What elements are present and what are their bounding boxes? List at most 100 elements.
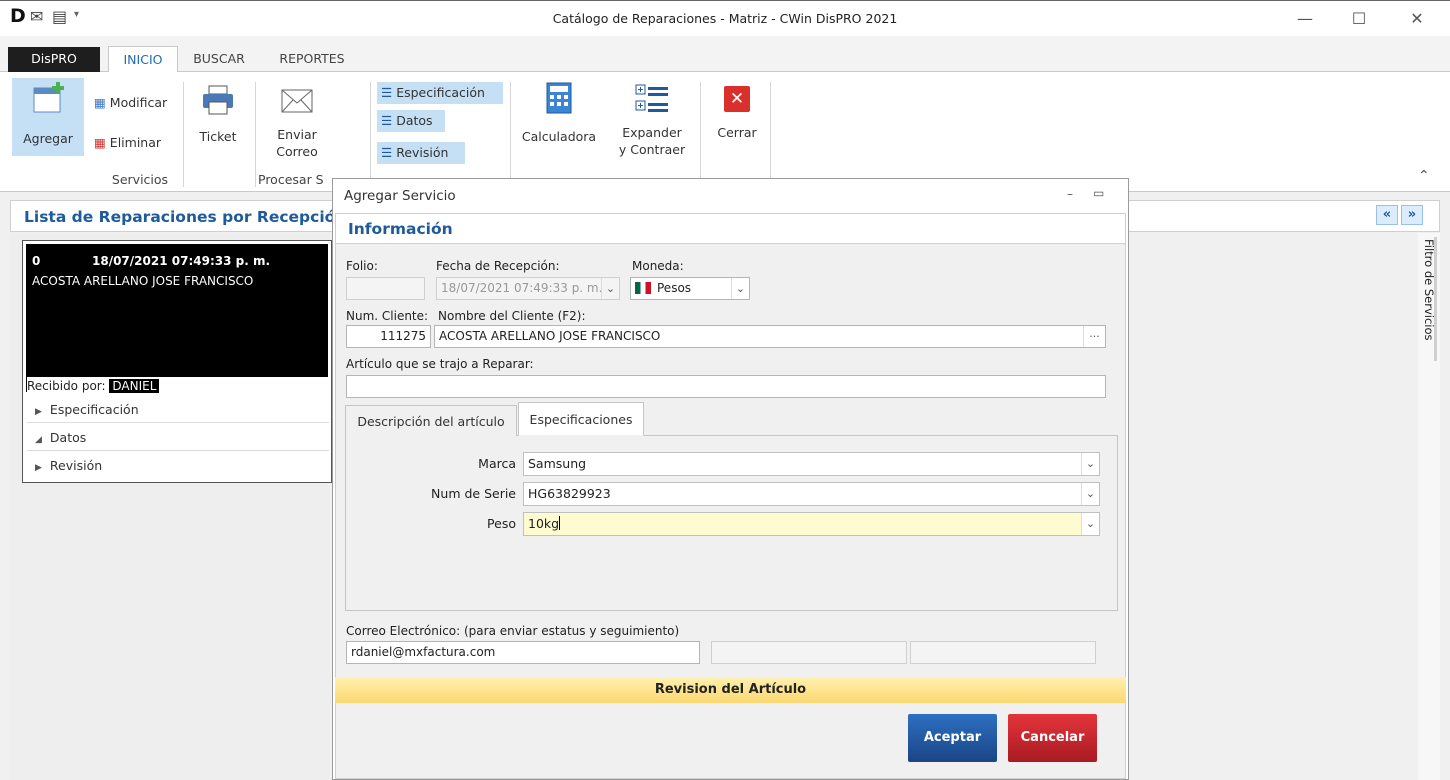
cancelar-button[interactable]: Cancelar — [1008, 714, 1097, 762]
section-revision[interactable]: ▶ Revisión — [27, 452, 329, 479]
ribbon-tabs: DisPRO INICIO BUSCAR REPORTES — [0, 36, 1450, 73]
nombre-value: ACOSTA ARELLANO JOSE FRANCISCO — [439, 329, 661, 343]
revision-bar[interactable]: Revision del Artículo — [335, 677, 1126, 703]
scrollbar[interactable] — [1434, 237, 1437, 361]
agregar-label: Agregar — [23, 131, 73, 146]
collapse-arrow-icon: ◢ — [35, 435, 42, 445]
ticket-label: Ticket — [199, 129, 237, 144]
maximize-icon[interactable]: ☐ — [1344, 7, 1374, 31]
dialog-title-bar: Agregar Servicio – ▭ — [333, 179, 1128, 213]
list-icon: ☰ — [381, 145, 393, 160]
printer-icon — [203, 85, 233, 115]
separator — [700, 82, 701, 187]
tab-inicio[interactable]: INICIO — [108, 46, 178, 73]
ribbon: Agregar ▦ Modificar ▦ Eliminar Ticket En… — [0, 72, 1450, 192]
group-label-servicios: Servicios — [111, 172, 169, 187]
spec-label-peso: Peso — [487, 516, 516, 531]
agregar-button[interactable]: Agregar — [12, 78, 84, 156]
tab-reportes[interactable]: REPORTES — [262, 46, 362, 72]
spec-label-serie: Num de Serie — [431, 486, 516, 501]
fecha-input[interactable]: 18/07/2021 07:49:33 p. m. ⌄ — [436, 277, 620, 300]
more-options-icon[interactable]: ··· — [1083, 326, 1105, 347]
eliminar-button[interactable]: ▦ Eliminar — [90, 132, 167, 154]
folio-input[interactable] — [346, 277, 425, 300]
revision-label: Revisión — [396, 145, 449, 160]
card-client: ACOSTA ARELLANO JOSE FRANCISCO — [32, 274, 254, 288]
tab-descripcion[interactable]: Descripción del artículo — [345, 405, 517, 436]
minimize-icon[interactable]: — — [1290, 7, 1320, 31]
list-icon: ☰ — [381, 85, 393, 100]
nombre-input[interactable]: ACOSTA ARELLANO JOSE FRANCISCO ··· — [434, 325, 1106, 348]
folio-label: Folio: — [346, 259, 378, 273]
dialog-maximize-icon[interactable]: ▭ — [1093, 186, 1104, 200]
chevron-down-icon[interactable]: ⌄ — [1081, 483, 1099, 505]
correo-label: Correo — [276, 144, 318, 159]
delete-icon: ▦ — [94, 135, 106, 150]
close-icon[interactable]: ✕ — [1402, 7, 1432, 31]
moneda-dropdown-icon[interactable]: ⌄ — [731, 278, 749, 299]
aceptar-button[interactable]: Aceptar — [908, 714, 997, 762]
section-especificacion[interactable]: ▶ Especificación — [27, 396, 329, 423]
moneda-select[interactable]: Pesos ⌄ — [630, 277, 750, 300]
section-label: Revisión — [49, 458, 103, 473]
separator — [255, 82, 256, 187]
tab-dispro[interactable]: DisPRO — [8, 47, 100, 72]
spec-peso-input[interactable]: 10kg ⌄ — [523, 512, 1100, 536]
num-cliente-label: Num. Cliente: — [346, 309, 429, 323]
window-title: Catálogo de Reparaciones - Matriz - CWin… — [552, 11, 898, 26]
envelope-icon — [281, 89, 313, 113]
moneda-value: Pesos — [657, 281, 692, 295]
expand-collapse-icon — [635, 84, 668, 112]
enviar-correo-button[interactable]: Enviar Correo — [262, 86, 332, 166]
spec-value: HG63829923 — [528, 486, 611, 501]
datos-button[interactable]: ☰ Datos — [377, 110, 445, 132]
email-input-2[interactable] — [711, 641, 907, 664]
modificar-button[interactable]: ▦ Modificar — [90, 92, 173, 114]
list-icon: ☰ — [381, 113, 393, 128]
chevron-down-icon[interactable]: ⌄ — [1081, 453, 1099, 475]
spec-serie-input[interactable]: HG63829923 ⌄ — [523, 482, 1100, 506]
cerrar-button[interactable]: ✕ Cerrar — [710, 86, 764, 166]
calculadora-button[interactable]: Calculadora — [516, 82, 602, 162]
separator — [370, 82, 371, 187]
expander-label: Expander — [622, 125, 682, 140]
especificacion-button[interactable]: ☰ Especificación — [377, 82, 503, 104]
revision-button[interactable]: ☰ Revisión — [377, 142, 465, 164]
spec-label-marca: Marca — [478, 456, 516, 471]
separator — [510, 82, 511, 187]
email-input[interactable]: rdaniel@mxfactura.com — [346, 641, 700, 664]
calculadora-label: Calculadora — [521, 129, 597, 144]
articulo-input[interactable] — [346, 375, 1106, 398]
expand-right-icon[interactable]: » — [1401, 205, 1423, 225]
info-header: Información — [336, 214, 1125, 244]
expand-arrow-icon: ▶ — [35, 407, 42, 417]
tab-especificaciones[interactable]: Especificaciones — [518, 402, 644, 436]
fecha-label: Fecha de Recepción: — [436, 259, 560, 273]
section-label: Datos — [49, 430, 87, 445]
add-item-icon — [33, 82, 64, 113]
expander-button[interactable]: Expander y Contraer — [612, 82, 692, 170]
group-label-procesar: Procesar S — [258, 172, 324, 187]
email-input-3[interactable] — [910, 641, 1096, 664]
collapse-left-icon[interactable]: « — [1376, 205, 1398, 225]
expand-arrow-icon: ▶ — [35, 463, 42, 473]
fecha-dropdown-icon[interactable]: ⌄ — [601, 278, 619, 299]
contraer-label: y Contraer — [618, 142, 686, 157]
spec-value: 10kg — [528, 516, 560, 531]
edit-icon: ▦ — [94, 95, 106, 110]
articulo-label: Artículo que se trajo a Reparar: — [346, 357, 534, 371]
num-cliente-input[interactable]: 111275 — [346, 325, 431, 348]
chevron-down-icon[interactable]: ⌄ — [1081, 513, 1099, 535]
spec-marca-input[interactable]: Samsung ⌄ — [523, 452, 1100, 476]
especificacion-label: Especificación — [396, 85, 485, 100]
tab-buscar[interactable]: BUSCAR — [186, 46, 252, 72]
ticket-button[interactable]: Ticket — [190, 84, 246, 158]
modificar-label: Modificar — [109, 95, 168, 110]
filter-strip[interactable]: Filtro de Servicios — [1418, 233, 1440, 780]
dialog-minimize-icon[interactable]: – — [1067, 187, 1073, 201]
moneda-label: Moneda: — [632, 259, 684, 273]
title-bar: D ✉ ▤ ▾ Catálogo de Reparaciones - Matri… — [0, 0, 1450, 36]
repair-card[interactable]: 0 18/07/2021 07:49:33 p. m. ACOSTA ARELL… — [22, 240, 332, 483]
collapse-ribbon-icon[interactable]: ⌃ — [1418, 168, 1430, 184]
section-datos[interactable]: ◢ Datos — [27, 424, 329, 451]
